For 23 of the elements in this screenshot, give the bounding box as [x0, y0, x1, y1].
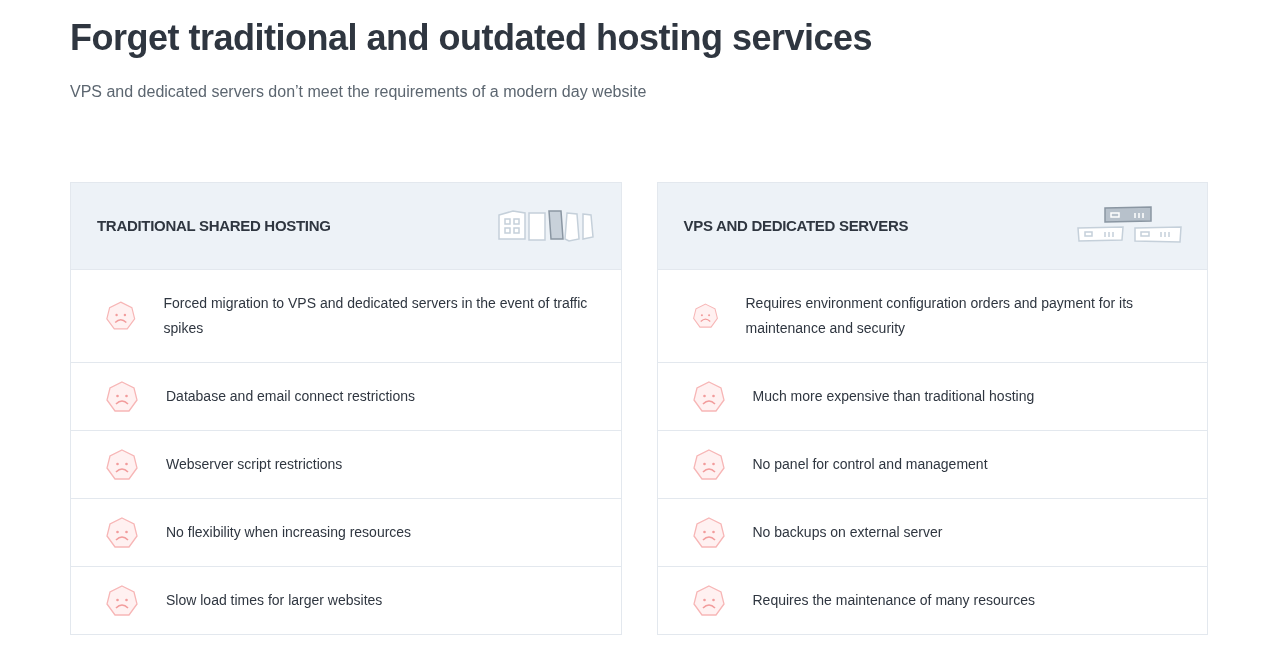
page-heading: Forget traditional and outdated hosting services: [70, 16, 874, 60]
drawback-text: No panel for control and management: [752, 455, 988, 474]
sad-face-icon: [105, 299, 137, 333]
drawback-text: No backups on external server: [752, 523, 943, 542]
card-title: VPS AND DEDICATED SERVERS: [683, 215, 909, 236]
sad-face-icon: [105, 515, 139, 550]
drawback-text: Webserver script restrictions: [166, 455, 343, 474]
sad-face-icon: [105, 379, 139, 414]
drawback-text: Database and email connect restrictions: [166, 387, 416, 406]
sad-face-icon: [691, 447, 726, 482]
page-subheading: VPS and dedicated servers don’t meet the requirements of a modern day website: [70, 82, 648, 102]
drawback-text: Much more expensive than traditional hosting: [752, 387, 1035, 406]
drawback-text: No flexibility when increasing resources: [166, 523, 412, 542]
sad-face-icon: [691, 515, 726, 550]
drawback-text: Requires environment configuration orders and payment for its maintenance and security: [745, 294, 1135, 338]
sad-face-icon: [691, 583, 726, 618]
sad-face-icon: [105, 583, 139, 618]
drawback-text: Forced migration to VPS and dedicated servers in the event of traffic spikes: [163, 294, 589, 338]
sad-face-icon: [691, 379, 726, 414]
card-title: TRADITIONAL SHARED HOSTING: [97, 215, 331, 236]
drawback-text: Requires the maintenance of many resources: [752, 591, 1035, 610]
sad-face-icon: [105, 447, 139, 482]
drawback-text: Slow load times for larger websites: [166, 591, 383, 610]
